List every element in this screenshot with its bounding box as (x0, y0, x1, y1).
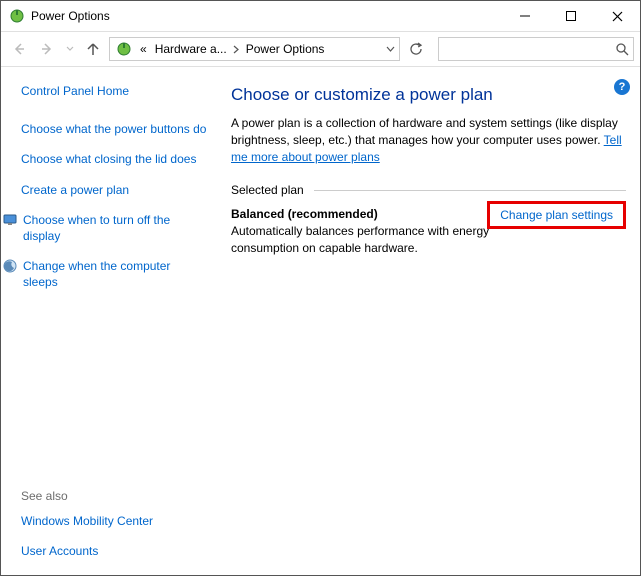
section-header: Selected plan (231, 183, 626, 197)
desc-text: A power plan is a collection of hardware… (231, 116, 618, 147)
sidebar-link[interactable]: Create a power plan (21, 182, 207, 198)
title-bar: Power Options (1, 1, 640, 31)
sleep-icon (3, 259, 17, 273)
minimize-icon (520, 11, 530, 21)
highlight-box: Change plan settings (487, 201, 626, 229)
nav-bar: « Hardware a... Power Options (1, 31, 640, 67)
close-button[interactable] (594, 1, 640, 31)
display-icon (3, 213, 17, 227)
close-icon (612, 11, 623, 22)
chevron-down-icon[interactable] (384, 46, 397, 53)
help-icon[interactable]: ? (614, 79, 630, 95)
chevron-right-icon[interactable] (231, 45, 242, 54)
sidebar-link[interactable]: Choose what closing the lid does (21, 151, 207, 167)
back-arrow-icon (11, 41, 27, 57)
control-panel-home-link[interactable]: Control Panel Home (21, 83, 207, 99)
sidebar: Control Panel Home Choose what the power… (1, 67, 221, 575)
page-description: A power plan is a collection of hardware… (231, 115, 626, 165)
address-bar[interactable]: « Hardware a... Power Options (109, 37, 400, 61)
breadcrumb-segment[interactable]: Power Options (242, 42, 329, 56)
breadcrumb-segment[interactable]: Hardware a... (151, 42, 231, 56)
see-also-label: See also (21, 489, 207, 503)
refresh-icon (409, 42, 423, 56)
power-plan-row: Balanced (recommended) Automatically bal… (231, 207, 626, 257)
main-panel: ? Choose or customize a power plan A pow… (221, 67, 640, 575)
forward-arrow-icon (39, 41, 55, 57)
search-box[interactable] (438, 37, 634, 61)
sidebar-link[interactable]: Choose when to turn off the display (23, 212, 207, 244)
search-input[interactable] (443, 41, 616, 57)
change-plan-settings-link[interactable]: Change plan settings (500, 208, 613, 222)
forward-button[interactable] (35, 37, 59, 61)
window-title: Power Options (31, 9, 502, 23)
see-also-link[interactable]: Windows Mobility Center (21, 513, 207, 529)
search-icon[interactable] (616, 43, 629, 56)
maximize-icon (566, 11, 576, 21)
history-dropdown[interactable] (63, 37, 77, 61)
chevron-down-icon (66, 45, 74, 53)
sidebar-link[interactable]: Change when the computer sleeps (23, 258, 207, 290)
page-title: Choose or customize a power plan (231, 85, 626, 105)
breadcrumb-prefix: « (136, 42, 151, 56)
refresh-button[interactable] (404, 37, 428, 61)
minimize-button[interactable] (502, 1, 548, 31)
divider (314, 190, 626, 191)
see-also-link[interactable]: User Accounts (21, 543, 207, 559)
up-arrow-icon (85, 41, 101, 57)
sidebar-link[interactable]: Choose what the power buttons do (21, 121, 207, 137)
body: Control Panel Home Choose what the power… (1, 67, 640, 575)
address-icon (116, 41, 132, 57)
app-icon (9, 8, 25, 24)
maximize-button[interactable] (548, 1, 594, 31)
back-button[interactable] (7, 37, 31, 61)
up-button[interactable] (81, 37, 105, 61)
section-label: Selected plan (231, 183, 304, 197)
window-controls (502, 1, 640, 31)
